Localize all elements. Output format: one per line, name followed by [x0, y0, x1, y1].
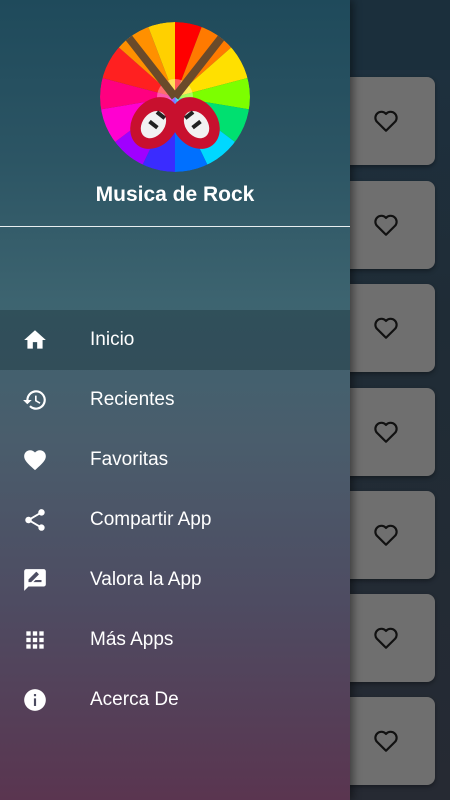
- share-icon: [25, 509, 45, 531]
- app-title: Musica de Rock: [95, 183, 255, 206]
- heart-outline-icon[interactable]: [373, 213, 399, 237]
- rainbow-guitars-logo: [100, 22, 250, 172]
- history-icon: [23, 390, 46, 410]
- drawer-menu: Inicio Recientes Favoritas Compartir App…: [0, 310, 350, 730]
- info-icon: [24, 689, 46, 711]
- heart-outline-icon[interactable]: [373, 109, 399, 133]
- menu-item-favoritas[interactable]: Favoritas: [0, 430, 350, 490]
- apps-grid-icon: [26, 631, 44, 649]
- menu-item-valora[interactable]: Valora la App: [0, 550, 350, 610]
- header-divider: [0, 226, 350, 227]
- menu-item-label: Valora la App: [90, 569, 202, 590]
- menu-item-label: Acerca De: [90, 689, 179, 710]
- menu-item-label: Inicio: [90, 329, 135, 350]
- heart-outline-icon[interactable]: [373, 729, 399, 753]
- menu-item-label: Compartir App: [90, 509, 212, 530]
- menu-item-label: Más Apps: [90, 629, 174, 650]
- menu-item-acerca[interactable]: Acerca De: [0, 670, 350, 730]
- heart-outline-icon[interactable]: [373, 626, 399, 650]
- home-icon: [24, 330, 46, 349]
- rate-review-icon: [24, 569, 46, 591]
- heart-outline-icon[interactable]: [373, 523, 399, 547]
- menu-item-recientes[interactable]: Recientes: [0, 370, 350, 430]
- menu-item-compartir[interactable]: Compartir App: [0, 490, 350, 550]
- heart-outline-icon[interactable]: [373, 316, 399, 340]
- heart-outline-icon[interactable]: [373, 420, 399, 444]
- menu-item-inicio[interactable]: Inicio: [0, 310, 350, 370]
- menu-item-label: Favoritas: [90, 449, 169, 470]
- menu-item-label: Recientes: [90, 389, 175, 410]
- menu-item-mas-apps[interactable]: Más Apps: [0, 610, 350, 670]
- heart-icon: [24, 450, 46, 471]
- drawer-header: Musica de Rock: [0, 0, 350, 226]
- navigation-drawer: Musica de Rock Inicio Recientes Favorita…: [0, 0, 350, 800]
